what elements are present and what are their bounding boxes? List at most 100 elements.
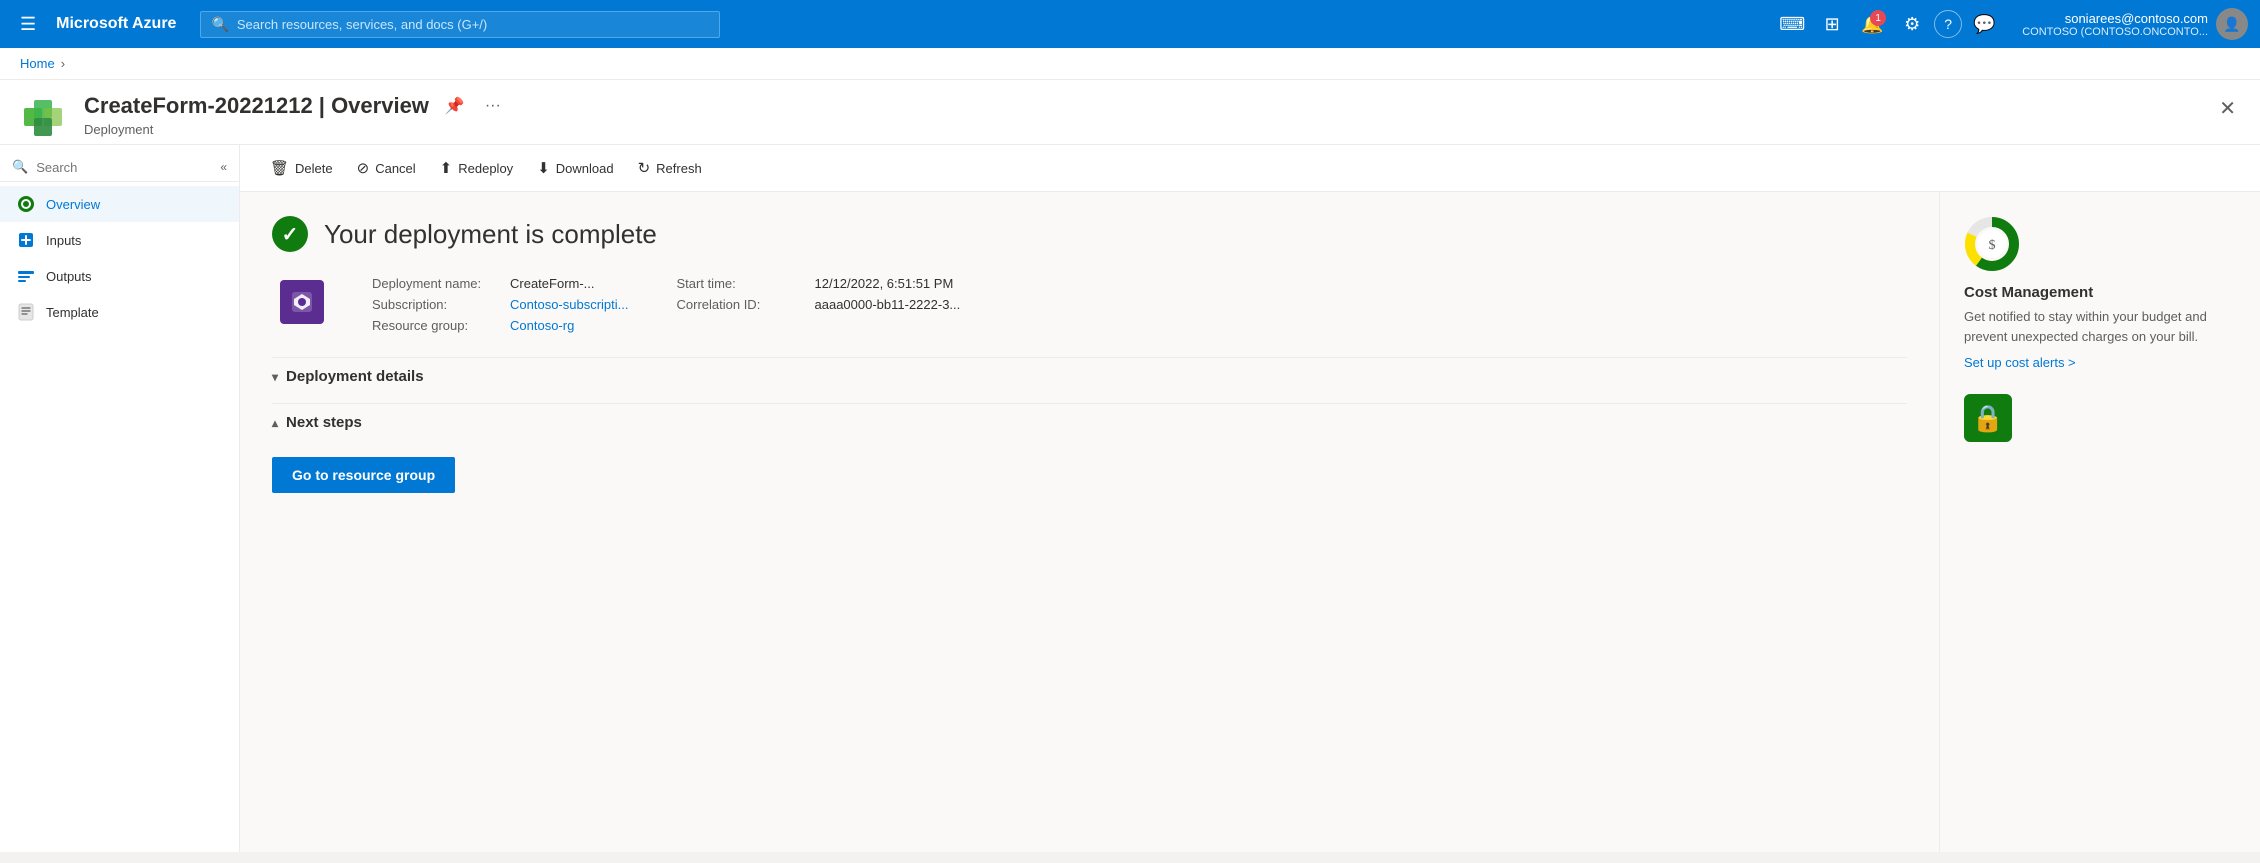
refresh-icon: ↻	[638, 159, 651, 177]
start-time-field: Start time: 12/12/2022, 6:51:51 PM	[677, 276, 961, 291]
content-area: 🗑 Delete ⊘ Cancel ⬆ Redeploy ⬇ Download …	[240, 145, 2260, 852]
inputs-icon	[16, 230, 36, 250]
deployment-resource-icon-col	[280, 276, 324, 333]
cancel-label: Cancel	[375, 161, 415, 176]
sidebar-search-icon: 🔍	[12, 159, 28, 175]
azure-cube-icon	[20, 96, 68, 144]
delete-label: Delete	[295, 161, 333, 176]
cancel-button[interactable]: ⊘ Cancel	[347, 153, 426, 183]
portal-menu-icon[interactable]: ⊞	[1814, 6, 1850, 42]
next-steps-content: Go to resource group	[272, 441, 1907, 509]
redeploy-label: Redeploy	[458, 161, 513, 176]
deployment-info: Deployment name: CreateForm-... Subscrip…	[272, 276, 1907, 333]
next-steps-label: Next steps	[286, 414, 362, 431]
next-steps-header[interactable]: ▴ Next steps	[272, 403, 1907, 441]
start-time-value: 12/12/2022, 6:51:51 PM	[815, 276, 954, 291]
notification-badge: 1	[1870, 10, 1886, 26]
sidebar-item-template-label: Template	[46, 305, 99, 320]
user-email: soniarees@contoso.com	[2022, 11, 2208, 26]
download-icon: ⬇	[537, 159, 550, 177]
sidebar-item-template[interactable]: Template	[0, 294, 239, 330]
page-subtitle: Deployment	[84, 122, 2199, 137]
pin-icon[interactable]: 📌	[441, 92, 469, 120]
deployment-name-field: Deployment name: CreateForm-...	[372, 276, 629, 291]
resource-group-link[interactable]: Contoso-rg	[510, 318, 574, 333]
main-left-panel: ✓ Your deployment is complete	[240, 192, 1940, 852]
toolbar: 🗑 Delete ⊘ Cancel ⬆ Redeploy ⬇ Download …	[240, 145, 2260, 192]
close-icon[interactable]: ✕	[2215, 92, 2240, 125]
template-icon	[16, 302, 36, 322]
deployment-fields-left: Deployment name: CreateForm-... Subscrip…	[372, 276, 629, 333]
resource-group-label: Resource group:	[372, 318, 502, 333]
breadcrumb: Home ›	[0, 48, 2260, 80]
sidebar-item-outputs[interactable]: Outputs	[0, 258, 239, 294]
global-search-container: 🔍	[200, 11, 720, 38]
outputs-icon	[16, 266, 36, 286]
delete-icon: 🗑	[270, 159, 289, 177]
page-title-block: CreateForm-20221212 | Overview 📌 ··· Dep…	[84, 92, 2199, 137]
correlation-value: aaaa0000-bb11-2222-3...	[815, 297, 961, 312]
settings-icon[interactable]: ⚙	[1894, 6, 1930, 42]
cost-management-card: $ Cost Management Get notified to stay w…	[1964, 216, 2236, 370]
user-tenant: CONTOSO (CONTOSO.ONCONTO...	[2022, 26, 2208, 38]
deployment-fields-right: Start time: 12/12/2022, 6:51:51 PM Corre…	[677, 276, 961, 333]
download-button[interactable]: ⬇ Download	[527, 153, 623, 183]
cost-management-icon: $	[1964, 216, 2020, 272]
global-search-input[interactable]	[237, 17, 710, 32]
page-title: CreateForm-20221212 | Overview	[84, 93, 429, 119]
user-profile[interactable]: soniarees@contoso.com CONTOSO (CONTOSO.O…	[2022, 8, 2248, 40]
subscription-link[interactable]: Contoso-subscripti...	[510, 297, 629, 312]
sidebar-item-inputs-label: Inputs	[46, 233, 81, 248]
cancel-icon: ⊘	[357, 159, 370, 177]
redeploy-button[interactable]: ⬆ Redeploy	[430, 153, 524, 183]
right-panel: $ Cost Management Get notified to stay w…	[1940, 192, 2260, 852]
redeploy-icon: ⬆	[440, 159, 453, 177]
deployment-details-header[interactable]: ▾ Deployment details	[272, 357, 1907, 395]
sidebar-search-input[interactable]	[36, 160, 212, 175]
cost-management-text: Get notified to stay within your budget …	[1964, 307, 2236, 346]
notifications-icon[interactable]: 🔔 1	[1854, 6, 1890, 42]
refresh-label: Refresh	[656, 161, 702, 176]
sidebar-item-inputs[interactable]: Inputs	[0, 222, 239, 258]
breadcrumb-home[interactable]: Home	[20, 56, 55, 71]
cloud-shell-icon[interactable]: ⌨	[1774, 6, 1810, 42]
security-shield-icon: 🔒	[1964, 394, 2012, 442]
user-avatar: 👤	[2216, 8, 2248, 40]
cost-donut-chart: $	[1964, 216, 2020, 272]
sidebar-item-overview[interactable]: Overview	[0, 186, 239, 222]
subscription-label: Subscription:	[372, 297, 502, 312]
download-label: Download	[556, 161, 614, 176]
feedback-icon[interactable]: 💬	[1966, 6, 2002, 42]
sidebar-search-bar: 🔍 «	[0, 153, 239, 182]
azure-brand: Microsoft Azure	[56, 15, 176, 33]
next-steps-section: ▴ Next steps Go to resource group	[272, 403, 1907, 509]
sidebar-item-outputs-label: Outputs	[46, 269, 92, 284]
deployment-details-chevron: ▾	[272, 370, 278, 384]
correlation-field: Correlation ID: aaaa0000-bb11-2222-3...	[677, 297, 961, 312]
subscription-field: Subscription: Contoso-subscripti...	[372, 297, 629, 312]
hamburger-menu[interactable]: ☰	[12, 10, 44, 39]
page-header: CreateForm-20221212 | Overview 📌 ··· Dep…	[0, 80, 2260, 145]
refresh-button[interactable]: ↻ Refresh	[628, 153, 712, 183]
deployment-success-title: Your deployment is complete	[324, 219, 657, 250]
deployment-name-label: Deployment name:	[372, 276, 502, 291]
go-to-resource-group-button[interactable]: Go to resource group	[272, 457, 455, 493]
sidebar-collapse-icon[interactable]: «	[220, 160, 227, 174]
sidebar: 🔍 « Overview Inputs Outputs Te	[0, 145, 240, 852]
resource-icon	[20, 96, 68, 144]
deployment-details-section: ▾ Deployment details	[272, 357, 1907, 395]
security-card: 🔒	[1964, 394, 2236, 442]
more-options-icon[interactable]: ···	[481, 93, 505, 119]
help-icon[interactable]: ?	[1934, 10, 1962, 38]
delete-button[interactable]: 🗑 Delete	[260, 153, 343, 183]
next-steps-chevron: ▴	[272, 416, 278, 430]
search-icon: 🔍	[211, 16, 228, 33]
cost-management-title: Cost Management	[1964, 284, 2236, 301]
top-navigation: ☰ Microsoft Azure 🔍 ⌨ ⊞ 🔔 1 ⚙ ? 💬 soniar…	[0, 0, 2260, 48]
correlation-label: Correlation ID:	[677, 297, 807, 312]
deployment-resource-icon	[280, 280, 324, 324]
deployment-details-label: Deployment details	[286, 368, 424, 385]
main-content: ✓ Your deployment is complete	[240, 192, 2260, 852]
cost-alerts-link[interactable]: Set up cost alerts >	[1964, 355, 2076, 370]
main-layout: 🔍 « Overview Inputs Outputs Te	[0, 145, 2260, 852]
